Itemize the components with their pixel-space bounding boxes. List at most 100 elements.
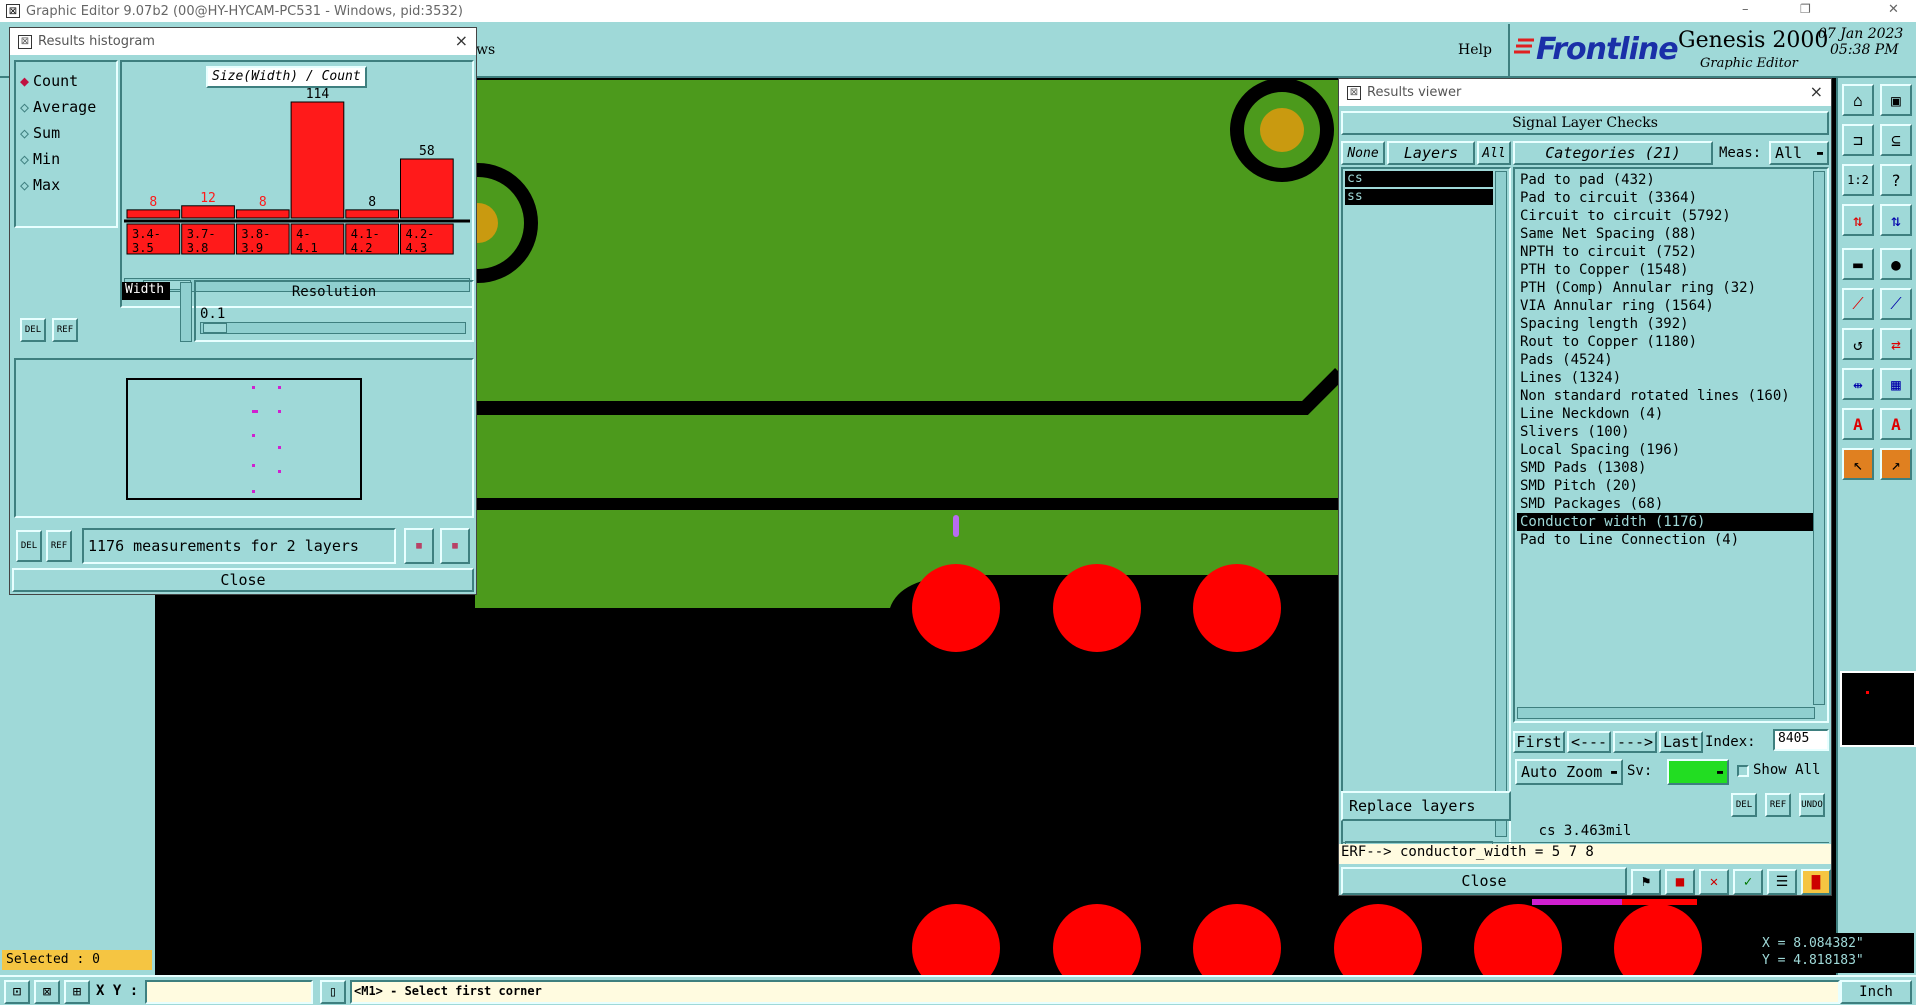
arc-icon[interactable]: ↺ — [1842, 328, 1874, 360]
category-item[interactable]: NPTH to circuit (752) — [1517, 243, 1813, 261]
measure-icon[interactable]: ⇅ — [1842, 204, 1874, 236]
category-item[interactable]: Same Net Spacing (88) — [1517, 225, 1813, 243]
line-icon[interactable]: ▬ — [1842, 248, 1874, 280]
ref-button[interactable]: REF — [52, 318, 78, 342]
categories-vscroll[interactable] — [1813, 171, 1825, 705]
category-item[interactable]: Line Neckdown (4) — [1517, 405, 1813, 423]
first-button[interactable]: First — [1513, 731, 1565, 753]
auto-zoom-dropdown[interactable]: Auto Zoom ▬ — [1515, 759, 1623, 785]
category-item[interactable]: Pad to circuit (3364) — [1517, 189, 1813, 207]
layers-vscroll[interactable] — [1495, 171, 1507, 837]
text-a-icon[interactable]: A — [1842, 408, 1874, 440]
resolution-slider[interactable] — [200, 322, 466, 334]
category-item[interactable]: Lines (1324) — [1517, 369, 1813, 387]
pad-icon[interactable]: ● — [1880, 248, 1912, 280]
route-icon[interactable]: ⊆ — [1880, 124, 1912, 156]
category-item[interactable]: SMD Packages (68) — [1517, 495, 1813, 513]
dimension-icon[interactable]: ⇹ — [1842, 368, 1874, 400]
mode-count[interactable]: ◆ Count — [20, 68, 112, 94]
text-a2-icon[interactable]: A — [1880, 408, 1912, 440]
last-button[interactable]: Last — [1659, 731, 1703, 753]
menu-help[interactable]: Help — [1458, 42, 1492, 58]
connect2-icon[interactable]: ⟋ — [1880, 288, 1912, 320]
width-field[interactable]: Width — [122, 282, 170, 300]
zoom-tool-icon[interactable]: ⊡ — [4, 980, 30, 1004]
layers-all-button[interactable]: All — [1477, 141, 1511, 165]
group-icon[interactable]: ▦ — [1880, 368, 1912, 400]
layers-none-button[interactable]: None — [1341, 141, 1385, 165]
category-item[interactable]: Non standard rotated lines (160) — [1517, 387, 1813, 405]
restore-button[interactable]: ❐ — [1800, 2, 1811, 16]
histogram-bar[interactable] — [181, 205, 235, 219]
category-item[interactable]: PTH to Copper (1548) — [1517, 261, 1813, 279]
minimize-button[interactable]: – — [1742, 2, 1749, 17]
histogram-bar[interactable] — [235, 209, 290, 219]
report-icon[interactable]: ☰ — [1767, 869, 1797, 895]
cursor-mode-icon[interactable]: ▯ — [320, 980, 346, 1004]
histogram-icon[interactable]: ▇ — [1801, 869, 1831, 895]
mode-min[interactable]: ◇ Min — [20, 146, 112, 172]
export-icon[interactable]: ▦ — [404, 528, 434, 564]
category-item[interactable]: Pad to Line Connection (4) — [1517, 531, 1813, 549]
flag-icon[interactable]: ⚑ — [1631, 869, 1661, 895]
scale-icon[interactable]: 1:2 — [1842, 164, 1874, 196]
menu-windows[interactable]: ws — [476, 42, 495, 58]
xy-input[interactable] — [145, 980, 313, 1004]
layer-item-ss[interactable]: ss — [1345, 189, 1493, 205]
prev-button[interactable]: <--- — [1567, 731, 1611, 753]
category-item[interactable]: VIA Annular ring (1564) — [1517, 297, 1813, 315]
close-icon[interactable]: × — [455, 31, 468, 50]
del-button[interactable]: DEL — [20, 318, 46, 342]
units-selector[interactable]: Inch — [1840, 980, 1912, 1004]
sv-color-dropdown[interactable]: ▬ — [1667, 759, 1729, 785]
query-icon[interactable]: ? — [1880, 164, 1912, 196]
close-icon[interactable]: × — [1810, 82, 1823, 101]
undo-button[interactable]: UNDO — [1799, 793, 1825, 817]
flip-icon[interactable]: ⇄ — [1880, 328, 1912, 360]
mode-average[interactable]: ◇ Average — [20, 94, 112, 120]
snap-icon[interactable]: ⊐ — [1842, 124, 1874, 156]
ruler-tool-icon[interactable]: ⊠ — [34, 980, 60, 1004]
histogram-close-button[interactable]: Close — [12, 568, 474, 592]
category-item[interactable]: SMD Pads (1308) — [1517, 459, 1813, 477]
category-item[interactable]: Slivers (100) — [1517, 423, 1813, 441]
index-field[interactable]: 8405 — [1773, 729, 1829, 751]
viewer-close-button[interactable]: Close — [1341, 867, 1627, 895]
category-item[interactable]: Local Spacing (196) — [1517, 441, 1813, 459]
category-item[interactable]: Spacing length (392) — [1517, 315, 1813, 333]
grid-tool-icon[interactable]: ⊞ — [64, 980, 90, 1004]
cross-icon[interactable]: ✕ — [1699, 869, 1729, 895]
pointer-icon[interactable]: ↖ — [1842, 448, 1874, 480]
home-icon[interactable]: ⌂ — [1842, 84, 1874, 116]
export2-icon[interactable]: ▦ — [440, 528, 470, 564]
histogram-bar[interactable] — [290, 101, 345, 219]
next-button[interactable]: ---> — [1613, 731, 1657, 753]
category-item[interactable]: Conductor width (1176) — [1517, 513, 1813, 531]
layer-item-cs[interactable]: cs — [1345, 171, 1493, 187]
category-item[interactable]: Circuit to circuit (5792) — [1517, 207, 1813, 225]
del-button[interactable]: DEL — [1731, 793, 1757, 817]
show-all-checkbox[interactable] — [1737, 765, 1749, 777]
check-icon[interactable]: ✓ — [1733, 869, 1763, 895]
ref-button[interactable]: REF — [1765, 793, 1791, 817]
histogram-bar[interactable] — [345, 209, 400, 219]
width-vscroll[interactable] — [180, 282, 192, 342]
del-button[interactable]: DEL — [16, 530, 42, 562]
category-item[interactable]: SMD Pitch (20) — [1517, 477, 1813, 495]
histogram-bar[interactable] — [400, 158, 454, 219]
connect-icon[interactable]: ⟋ — [1842, 288, 1874, 320]
category-item[interactable]: Rout to Copper (1180) — [1517, 333, 1813, 351]
pointer2-icon[interactable]: ↗ — [1880, 448, 1912, 480]
mode-max[interactable]: ◇ Max — [20, 172, 112, 198]
histogram-bar[interactable] — [126, 209, 181, 219]
category-item[interactable]: PTH (Comp) Annular ring (32) — [1517, 279, 1813, 297]
category-item[interactable]: Pads (4524) — [1517, 351, 1813, 369]
categories-hscroll[interactable] — [1517, 707, 1815, 719]
replace-layers-button[interactable]: Replace layers — [1341, 791, 1511, 821]
stop-icon[interactable]: ■ — [1665, 869, 1695, 895]
measure2-icon[interactable]: ⇅ — [1880, 204, 1912, 236]
ref-button[interactable]: REF — [46, 530, 72, 562]
mode-sum[interactable]: ◇ Sum — [20, 120, 112, 146]
window-icon[interactable]: ▣ — [1880, 84, 1912, 116]
meas-dropdown[interactable]: All ▬ — [1769, 141, 1829, 165]
